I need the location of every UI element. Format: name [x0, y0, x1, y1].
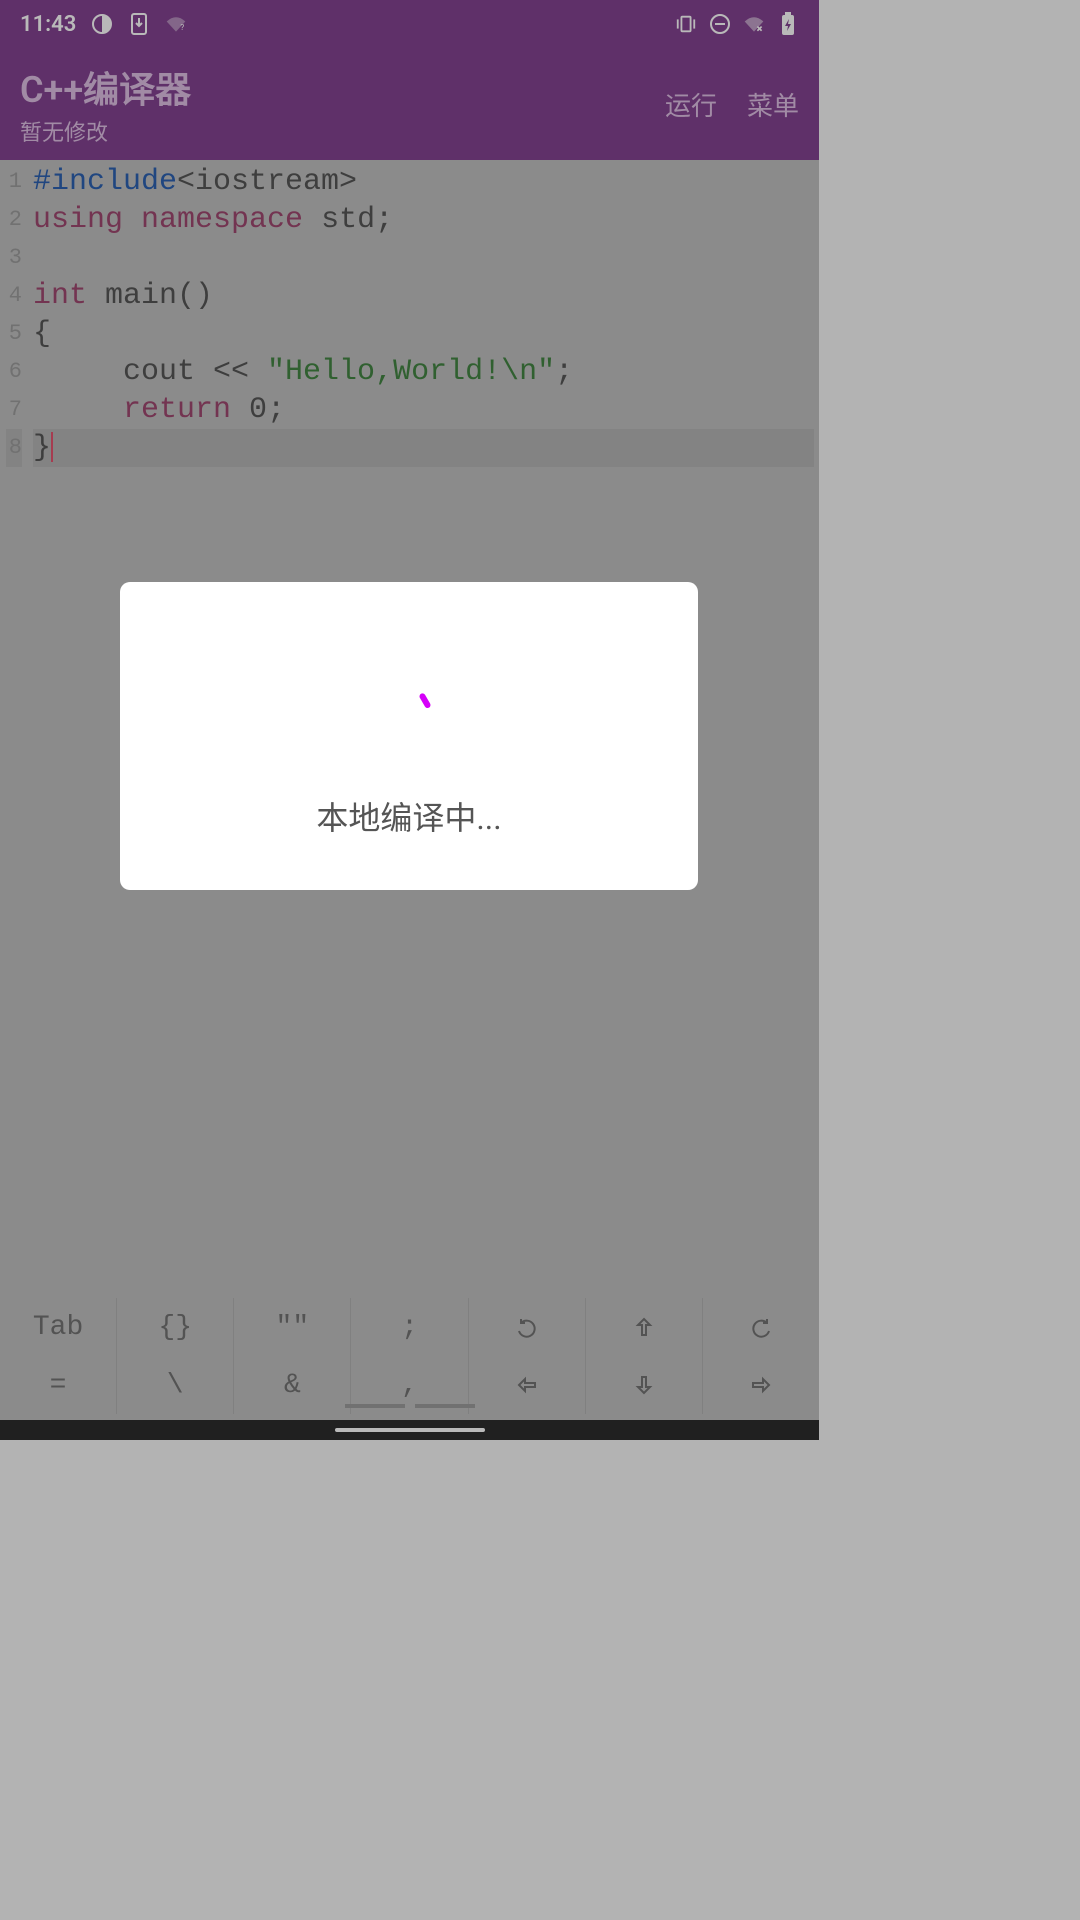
key-up[interactable]	[586, 1298, 703, 1356]
nav-handle[interactable]	[335, 1428, 485, 1432]
code-line: cout << "Hello,World!\n";	[33, 353, 814, 391]
wifi-x-icon	[743, 13, 765, 35]
code-line: return 0;	[33, 391, 814, 429]
download-icon	[128, 13, 150, 35]
key-right[interactable]	[703, 1356, 819, 1414]
arrow-left-icon	[515, 1373, 539, 1397]
key-semicolon[interactable]: ;	[351, 1298, 468, 1356]
status-bar: 11:43 ?	[0, 0, 819, 48]
indicator-line	[415, 1404, 475, 1408]
arrow-down-icon	[632, 1373, 656, 1397]
nav-bar	[0, 1420, 819, 1440]
gutter: 1 2 3 4 5 6 7 8	[0, 160, 28, 470]
page-indicator	[345, 1404, 475, 1408]
svg-text:?: ?	[181, 23, 185, 33]
code-line: {	[33, 315, 814, 353]
tok-keyword: namespace	[141, 203, 303, 237]
dnd-icon	[709, 13, 731, 35]
status-right	[675, 13, 799, 35]
indent	[33, 393, 123, 427]
modal-text: 本地编译中...	[316, 793, 501, 839]
arrow-up-icon	[632, 1315, 656, 1339]
tok-punct: ;	[555, 355, 573, 389]
gutter-line: 5	[6, 315, 22, 353]
key-undo[interactable]	[469, 1298, 586, 1356]
menu-button[interactable]: 菜单	[747, 86, 799, 123]
tok-op: <<	[195, 355, 267, 389]
gutter-line: 7	[6, 391, 22, 429]
tok-brace: {	[33, 317, 51, 351]
app-bar: C++编译器 暂无修改 运行 菜单	[0, 48, 819, 160]
status-time: 11:43	[20, 12, 76, 37]
compile-modal: 本地编译中...	[120, 582, 698, 890]
bottom-toolbar: Tab {} "" ; = \ & ,	[0, 1298, 819, 1420]
app-bar-actions: 运行 菜单	[665, 86, 799, 123]
tok-keyword: using	[33, 203, 123, 237]
key-tab[interactable]: Tab	[0, 1298, 117, 1356]
code-line: #include<iostream>	[33, 163, 814, 201]
gutter-line: 2	[6, 201, 22, 239]
circle-icon	[91, 13, 113, 35]
gutter-line: 8	[6, 429, 22, 467]
battery-charging-icon	[777, 13, 799, 35]
tok-brace: }	[33, 431, 53, 465]
code-content: 1 2 3 4 5 6 7 8 #include<iostream> using…	[0, 160, 819, 470]
code-lines[interactable]: #include<iostream> using namespace std; …	[28, 160, 819, 470]
tok-number: 0	[231, 393, 267, 427]
tok-type: int	[33, 279, 87, 313]
code-line-current: }	[33, 429, 814, 467]
tok-keyword: return	[123, 393, 231, 427]
arrow-right-icon	[749, 1373, 773, 1397]
app-title: C++编译器	[20, 61, 191, 113]
tok-ident: cout	[123, 355, 195, 389]
tok-punct: ;	[375, 203, 393, 237]
indent	[33, 355, 123, 389]
app-subtitle: 暂无修改	[20, 115, 191, 147]
status-left: 11:43 ?	[20, 12, 187, 37]
key-equals[interactable]: =	[0, 1356, 117, 1414]
gutter-line: 1	[6, 163, 22, 201]
tok-string: "Hello,World!\n"	[267, 355, 555, 389]
key-redo[interactable]	[703, 1298, 819, 1356]
key-braces[interactable]: {}	[117, 1298, 234, 1356]
tok-preproc: #include	[33, 165, 177, 199]
redo-icon	[749, 1315, 773, 1339]
gutter-line: 6	[6, 353, 22, 391]
app-bar-left: C++编译器 暂无修改	[20, 61, 191, 147]
key-quotes[interactable]: ""	[234, 1298, 351, 1356]
wifi-question-icon: ?	[165, 13, 187, 35]
tok-ident: main()	[105, 279, 213, 313]
undo-icon	[515, 1315, 539, 1339]
tok-ident: std	[321, 203, 375, 237]
code-line: int main()	[33, 277, 814, 315]
gutter-line: 4	[6, 277, 22, 315]
key-backslash[interactable]: \	[117, 1356, 234, 1414]
spinner-icon	[369, 633, 449, 713]
vibrate-icon	[675, 13, 697, 35]
gutter-line: 3	[6, 239, 22, 277]
code-line	[33, 239, 814, 277]
code-line: using namespace std;	[33, 201, 814, 239]
run-button[interactable]: 运行	[665, 86, 717, 123]
indicator-line	[345, 1404, 405, 1408]
key-down[interactable]	[586, 1356, 703, 1414]
key-ampersand[interactable]: &	[234, 1356, 351, 1414]
key-left[interactable]	[469, 1356, 586, 1414]
tok-header: <iostream>	[177, 165, 357, 199]
toolbar-row-1: Tab {} "" ;	[0, 1298, 819, 1356]
tok-punct: ;	[267, 393, 285, 427]
